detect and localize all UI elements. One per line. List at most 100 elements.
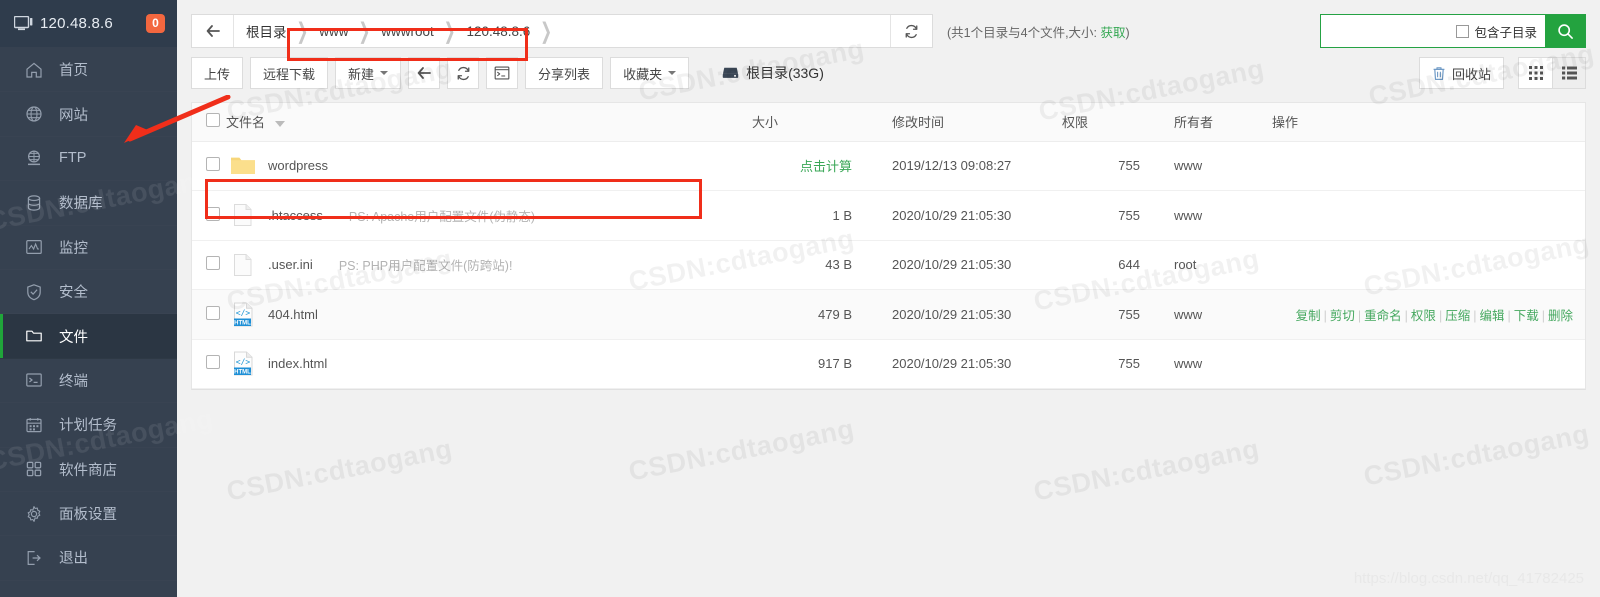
row-actions-cell — [1272, 190, 1585, 241]
action-rename[interactable]: 重命名 — [1364, 309, 1402, 323]
sidebar-item-label: 安全 — [59, 285, 88, 302]
sidebar-item-home[interactable]: 首页 — [0, 48, 177, 92]
size-header[interactable]: 大小 — [752, 103, 862, 142]
action-compress[interactable]: 压缩 — [1445, 309, 1470, 323]
sidebar-item-logout[interactable]: 退出 — [0, 536, 177, 580]
action-download[interactable]: 下载 — [1514, 309, 1539, 323]
row-perm-cell[interactable]: 755 — [1062, 339, 1152, 389]
sidebar-item-ftp[interactable]: FTP — [0, 137, 177, 181]
chevron-down-icon — [668, 71, 677, 75]
toolbar-back-button[interactable] — [408, 57, 441, 89]
breadcrumb-item-site[interactable]: 120.48.8.6 — [464, 24, 532, 39]
action-permission[interactable]: 权限 — [1411, 309, 1436, 323]
sidebar-item-label: 文件 — [59, 329, 88, 346]
favorites-button[interactable]: 收藏夹 — [610, 57, 690, 89]
row-checkbox[interactable] — [206, 355, 220, 370]
row-perm-cell[interactable]: 755 — [1062, 190, 1152, 241]
action-delete[interactable]: 删除 — [1548, 309, 1573, 323]
sidebar-item-label: 退出 — [59, 551, 88, 568]
file-name[interactable]: wordpress — [268, 158, 328, 173]
select-all-checkbox[interactable] — [206, 113, 220, 128]
row-select-cell — [192, 141, 226, 191]
sidebar-item-label: FTP — [59, 150, 87, 167]
table-row[interactable]: </> HTML index.html 917 B 2020/10/29 21:… — [192, 339, 1585, 389]
ftp-icon — [25, 149, 47, 167]
search-input[interactable] — [1321, 15, 1457, 47]
file-table: 文件名 大小 修改时间 权限 所有者 操作 wordpress 点击计算 201… — [192, 103, 1585, 389]
mtime-header[interactable]: 修改时间 — [862, 103, 1062, 142]
path-refresh-button[interactable] — [890, 15, 932, 47]
table-row[interactable]: wordpress 点击计算 2019/12/13 09:08:27 755 w… — [192, 141, 1585, 191]
sidebar-item-security[interactable]: 安全 — [0, 270, 177, 314]
list-view-icon — [1561, 66, 1577, 80]
row-perm-cell[interactable]: 755 — [1062, 289, 1152, 340]
file-name[interactable]: index.html — [268, 356, 327, 371]
file-count-prefix: (共1个目录与4个文件,大小: — [947, 25, 1098, 40]
grid-view-icon — [1528, 66, 1543, 80]
breadcrumb-item-wwwroot[interactable]: wwwroot — [379, 24, 436, 39]
sidebar-item-app-store[interactable]: 软件商店 — [0, 448, 177, 492]
file-table-head: 文件名 大小 修改时间 权限 所有者 操作 — [192, 103, 1585, 142]
svg-text:HTML: HTML — [234, 370, 251, 376]
sidebar-item-website[interactable]: 网站 — [0, 92, 177, 136]
share-list-button[interactable]: 分享列表 — [525, 57, 604, 89]
row-checkbox[interactable] — [206, 256, 220, 271]
sidebar-item-database[interactable]: 数据库 — [0, 181, 177, 225]
breadcrumb-separator-icon: ❯ — [296, 17, 309, 43]
sidebar-item-terminal[interactable]: 终端 — [0, 359, 177, 403]
include-subdir-checkbox[interactable] — [1456, 24, 1470, 38]
row-actions-cell — [1272, 339, 1585, 389]
row-checkbox[interactable] — [206, 206, 220, 221]
table-row[interactable]: </> HTML 404.html 479 B 2020/10/29 21:05… — [192, 289, 1585, 340]
table-row[interactable]: .htaccess PS: Apache用户配置文件(伪静态) 1 B 2020… — [192, 190, 1585, 241]
list-view-button[interactable] — [1552, 57, 1586, 89]
file-name[interactable]: 404.html — [268, 307, 318, 322]
include-subdir-toggle[interactable]: 包含子目录 — [1456, 15, 1545, 47]
sidebar-item-monitor[interactable]: 监控 — [0, 226, 177, 270]
row-size-cell: 1 B — [752, 190, 862, 241]
row-owner-cell: www — [1152, 339, 1272, 389]
table-row[interactable]: .user.ini PS: PHP用户配置文件(防跨站)! 43 B 2020/… — [192, 240, 1585, 290]
notification-badge[interactable]: 0 — [146, 14, 165, 33]
bt-panel-file-manager: 120.48.8.6 0 首页 网站 FTP 数据库 监控 安全 文件 终端 计… — [0, 0, 1600, 597]
remote-download-button[interactable]: 远程下载 — [250, 57, 329, 89]
recycle-bin-button[interactable]: 回收站 — [1418, 57, 1504, 89]
upload-button[interactable]: 上传 — [191, 57, 244, 89]
toolbar-terminal-button[interactable] — [486, 57, 519, 89]
action-edit[interactable]: 编辑 — [1479, 309, 1504, 323]
row-size-cell: 917 B — [752, 339, 862, 389]
gear-icon — [25, 505, 47, 523]
sidebar-item-panel-settings[interactable]: 面板设置 — [0, 492, 177, 536]
action-copy[interactable]: 复制 — [1296, 309, 1321, 323]
sidebar-item-label: 软件商店 — [59, 462, 117, 479]
calendar-icon — [25, 416, 47, 434]
row-owner-cell: www — [1152, 190, 1272, 241]
action-cut[interactable]: 剪切 — [1330, 309, 1355, 323]
file-name[interactable]: .user.ini — [268, 257, 313, 272]
search-button[interactable] — [1545, 15, 1585, 47]
folder-icon — [226, 155, 260, 176]
sidebar-item-files[interactable]: 文件 — [0, 314, 177, 359]
file-name[interactable]: .htaccess — [268, 208, 323, 223]
breadcrumb-root[interactable]: 根目录 — [244, 21, 289, 41]
watermark: CSDN:cdtaogang — [626, 413, 857, 487]
calc-size-link[interactable]: 点击计算 — [800, 159, 852, 174]
row-perm-cell[interactable]: 644 — [1062, 240, 1152, 290]
action-separator: | — [1357, 308, 1362, 323]
row-checkbox[interactable] — [206, 305, 220, 320]
name-header[interactable]: 文件名 — [226, 103, 752, 142]
breadcrumb-item-www[interactable]: www — [317, 24, 350, 39]
sidebar-item-cron[interactable]: 计划任务 — [0, 403, 177, 447]
row-select-cell — [192, 190, 226, 241]
grid-view-button[interactable] — [1518, 57, 1552, 89]
chevron-down-icon — [380, 71, 389, 75]
file-note: PS: Apache用户配置文件(伪静态) — [348, 209, 536, 224]
path-back-button[interactable] — [192, 15, 234, 47]
row-checkbox[interactable] — [206, 157, 220, 172]
new-button[interactable]: 新建 — [335, 57, 402, 89]
sidebar-item-label: 数据库 — [59, 196, 103, 213]
row-perm-cell[interactable]: 755 — [1062, 141, 1152, 191]
toolbar-refresh-button[interactable] — [447, 57, 480, 89]
get-size-link[interactable]: 获取 — [1101, 26, 1126, 40]
row-owner-cell: root — [1152, 240, 1272, 290]
